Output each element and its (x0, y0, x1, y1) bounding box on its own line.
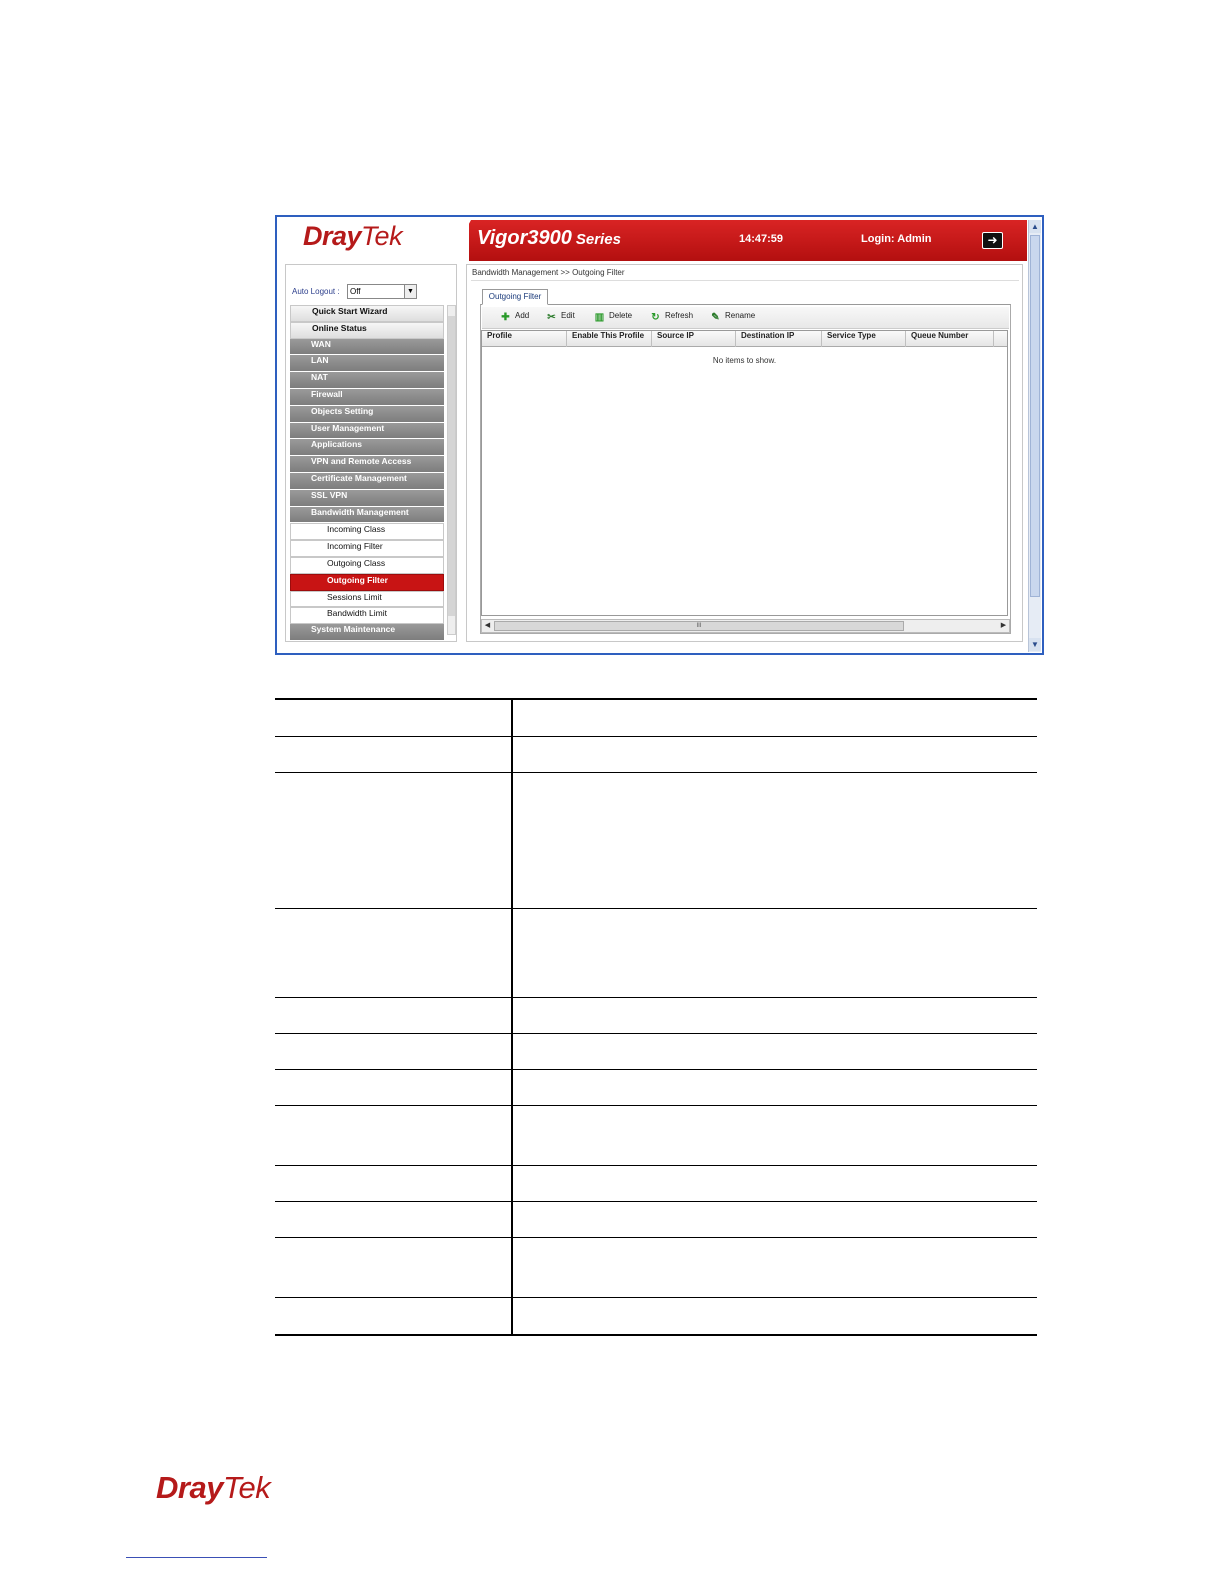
hscroll-thumb[interactable]: III (494, 621, 904, 631)
sidebar-item-outgoing-class[interactable]: Outgoing Class (290, 556, 444, 574)
scroll-left-icon[interactable]: ◀ (482, 620, 493, 632)
sidebar-menu: Quick Start Wizard Online Status WAN LAN… (290, 305, 444, 641)
scroll-right-icon[interactable]: ▶ (998, 620, 1009, 632)
scroll-down-icon[interactable]: ▼ (1029, 638, 1041, 651)
sidebar-item-incoming-filter[interactable]: Incoming Filter (290, 540, 444, 557)
table-row (275, 1166, 1037, 1202)
footer-divider (126, 1557, 267, 1558)
system-time: 14:47:59 (739, 233, 784, 245)
description-table (275, 698, 1037, 1336)
sidebar-item-system-maintenance[interactable]: System Maintenance (290, 624, 444, 641)
rename-button[interactable]: ✎ Rename (710, 311, 755, 323)
profiles-table: Profile Enable This Profile Source IP De… (481, 330, 1008, 616)
edit-button[interactable]: ✂ Edit (546, 311, 575, 323)
sidebar-item-applications[interactable]: Applications (290, 439, 444, 457)
sidebar: Auto Logout : Off ▼ Quick Start Wizard O… (285, 264, 457, 642)
footer-draytek-logo: DrayTek (156, 1470, 271, 1505)
table-row (275, 1298, 1037, 1334)
logout-icon[interactable]: ➜ (982, 232, 1003, 249)
sidebar-item-nat[interactable]: NAT (290, 372, 444, 389)
table-row (275, 1202, 1037, 1238)
login-status: Login: Admin (861, 233, 932, 245)
table-row (275, 1070, 1037, 1106)
refresh-button[interactable]: ↻ Refresh (650, 311, 693, 323)
table-header: Profile Enable This Profile Source IP De… (482, 331, 1007, 347)
sidebar-item-ssl-vpn[interactable]: SSL VPN (290, 489, 444, 507)
sidebar-item-objects-setting[interactable]: Objects Setting (290, 405, 444, 423)
col-queue-number[interactable]: Queue Number (906, 331, 994, 347)
tab-panel: ✚ Add ✂ Edit ▥ Delete ↻ Refresh ✎ Rename Prof… (480, 304, 1011, 634)
add-icon: ✚ (501, 312, 510, 323)
sidebar-item-incoming-class[interactable]: Incoming Class (290, 523, 444, 541)
breadcrumb: Bandwidth Management >> Outgoing Filter (472, 268, 625, 277)
window-scrollbar[interactable]: ▲ ▼ (1028, 220, 1041, 652)
table-row (275, 1238, 1037, 1298)
table-row (275, 1034, 1037, 1070)
empty-message: No items to show. (712, 356, 777, 365)
col-profile[interactable]: Profile (482, 331, 567, 347)
col-source-ip[interactable]: Source IP (652, 331, 736, 347)
tab-outgoing-filter[interactable]: Outgoing Filter (482, 289, 548, 305)
sidebar-item-outgoing-filter[interactable]: Outgoing Filter (290, 573, 444, 591)
rename-icon: ✎ (711, 312, 720, 323)
sidebar-item-certificate-management[interactable]: Certificate Management (290, 472, 444, 490)
sidebar-item-online-status[interactable]: Online Status (290, 321, 444, 339)
sidebar-item-lan[interactable]: LAN (290, 355, 444, 373)
sidebar-item-bandwidth-management[interactable]: Bandwidth Management (290, 506, 444, 524)
toolbar: ✚ Add ✂ Edit ▥ Delete ↻ Refresh ✎ Rename (482, 307, 1009, 329)
col-service-type[interactable]: Service Type (822, 331, 906, 347)
chevron-down-icon[interactable]: ▼ (404, 285, 416, 298)
col-destination-ip[interactable]: Destination IP (736, 331, 822, 347)
sidebar-scrollbar[interactable] (447, 305, 456, 635)
table-row (275, 1106, 1037, 1166)
sidebar-item-sessions-limit[interactable]: Sessions Limit (290, 590, 444, 608)
sidebar-item-user-management[interactable]: User Management (290, 422, 444, 440)
header-bar: DrayTek Vigor3900 Series 14:47:59 Login: … (279, 220, 1027, 261)
table-row (275, 773, 1037, 909)
edit-icon: ✂ (547, 312, 556, 323)
sidebar-item-quick-start-wizard[interactable]: Quick Start Wizard (290, 305, 444, 322)
delete-button[interactable]: ▥ Delete (594, 311, 632, 323)
auto-logout-select[interactable]: Off ▼ (347, 284, 417, 299)
col-enable-profile[interactable]: Enable This Profile (567, 331, 652, 347)
table-row (275, 909, 1037, 998)
trash-icon: ▥ (594, 312, 605, 323)
table-row (275, 998, 1037, 1034)
sidebar-item-firewall[interactable]: Firewall (290, 388, 444, 406)
router-web-ui: DrayTek Vigor3900 Series 14:47:59 Login: … (275, 215, 1044, 655)
horizontal-scrollbar[interactable]: ◀ III ▶ (481, 619, 1010, 633)
draytek-logo: DrayTek (303, 221, 403, 251)
scroll-thumb[interactable] (1030, 235, 1040, 597)
auto-logout-label: Auto Logout : (292, 287, 340, 296)
table-row (275, 737, 1037, 773)
refresh-icon: ↻ (651, 312, 660, 323)
scroll-up-icon[interactable]: ▲ (1029, 220, 1041, 233)
sidebar-item-vpn-remote-access[interactable]: VPN and Remote Access (290, 456, 444, 473)
sidebar-item-wan[interactable]: WAN (290, 338, 444, 356)
add-button[interactable]: ✚ Add (500, 311, 529, 323)
main-content: Bandwidth Management >> Outgoing Filter … (466, 264, 1023, 642)
model-name: Vigor3900 Series (477, 227, 621, 249)
sidebar-item-bandwidth-limit[interactable]: Bandwidth Limit (290, 607, 444, 625)
table-row (275, 700, 1037, 737)
